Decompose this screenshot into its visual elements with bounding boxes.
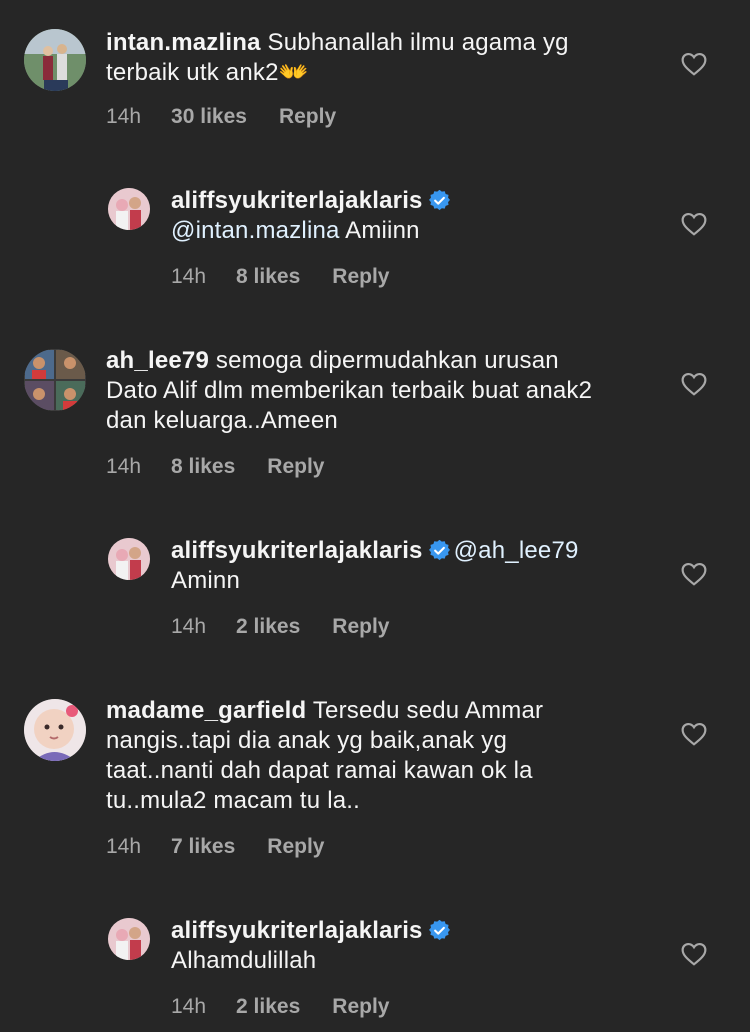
comment-time: 14h — [106, 455, 142, 478]
comment-username[interactable]: aliffsyukriterlajaklaris — [171, 187, 423, 214]
comment-time: 14h — [106, 105, 142, 128]
comment-body: Alhamdulillah — [171, 947, 317, 974]
heart-icon[interactable] — [681, 212, 707, 236]
comment-username[interactable]: aliffsyukriterlajaklaris — [171, 537, 423, 564]
comment-time: 14h — [171, 995, 207, 1018]
likes-count[interactable]: 2 likes — [236, 995, 300, 1018]
avatar[interactable] — [108, 538, 150, 580]
mention-link[interactable]: @intan.mazlina — [171, 217, 340, 244]
comment-time: 14h — [171, 265, 207, 288]
comment-meta: 14h 8 likes Reply — [171, 265, 421, 289]
comment-text: aliffsyukriterlajaklaris @ah_lee79 Aminn — [171, 536, 671, 596]
comment-time: 14h — [171, 615, 207, 638]
reply-button[interactable]: Reply — [332, 615, 389, 638]
comment-meta: 14h 2 likes Reply — [171, 615, 421, 639]
comment-text: intan.mazlina Subhanallah ilmu agama yg … — [106, 28, 646, 88]
avatar[interactable] — [108, 188, 150, 230]
reply-button[interactable]: Reply — [267, 455, 324, 478]
heart-icon[interactable] — [681, 52, 707, 76]
comment-username[interactable]: intan.mazlina — [106, 29, 261, 56]
reply-button[interactable]: Reply — [267, 835, 324, 858]
heart-icon[interactable] — [681, 722, 707, 746]
avatar[interactable] — [108, 918, 150, 960]
avatar[interactable] — [24, 29, 86, 91]
comment-text: madame_garfield Tersedu sedu Ammar nangi… — [106, 696, 606, 816]
comment-username[interactable]: madame_garfield — [106, 697, 306, 724]
comment-text: ah_lee79 semoga dipermudahkan urusan Dat… — [106, 346, 606, 436]
reply-button[interactable]: Reply — [332, 995, 389, 1018]
heart-icon[interactable] — [681, 942, 707, 966]
likes-count[interactable]: 2 likes — [236, 615, 300, 638]
likes-count[interactable]: 30 likes — [171, 105, 247, 128]
verified-badge-icon — [428, 540, 450, 561]
likes-count[interactable]: 8 likes — [236, 265, 300, 288]
verified-badge-icon — [428, 920, 450, 941]
comment-meta: 14h 8 likes Reply — [106, 455, 356, 479]
heart-icon[interactable] — [681, 372, 707, 396]
comment-meta: 14h 2 likes Reply — [171, 995, 421, 1019]
comment-body: Aminn — [171, 567, 241, 594]
comment-text: aliffsyukriterlajaklaris @intan.mazlina … — [171, 186, 671, 246]
comment-time: 14h — [106, 835, 142, 858]
comment-body: Amiinn — [339, 217, 420, 244]
comment-text: aliffsyukriterlajaklaris Alhamdulillah — [171, 916, 671, 976]
mention-link[interactable]: @ah_lee79 — [454, 537, 579, 564]
heart-icon[interactable] — [681, 562, 707, 586]
reply-button[interactable]: Reply — [279, 105, 336, 128]
likes-count[interactable]: 7 likes — [171, 835, 235, 858]
comment-username[interactable]: ah_lee79 — [106, 347, 209, 374]
verified-badge-icon — [428, 190, 450, 211]
avatar[interactable] — [24, 699, 86, 761]
avatar[interactable] — [24, 349, 86, 411]
reply-button[interactable]: Reply — [332, 265, 389, 288]
comment-username[interactable]: aliffsyukriterlajaklaris — [171, 917, 423, 944]
likes-count[interactable]: 8 likes — [171, 455, 235, 478]
comment-meta: 14h 30 likes Reply — [106, 105, 368, 129]
comment-meta: 14h 7 likes Reply — [106, 835, 356, 859]
